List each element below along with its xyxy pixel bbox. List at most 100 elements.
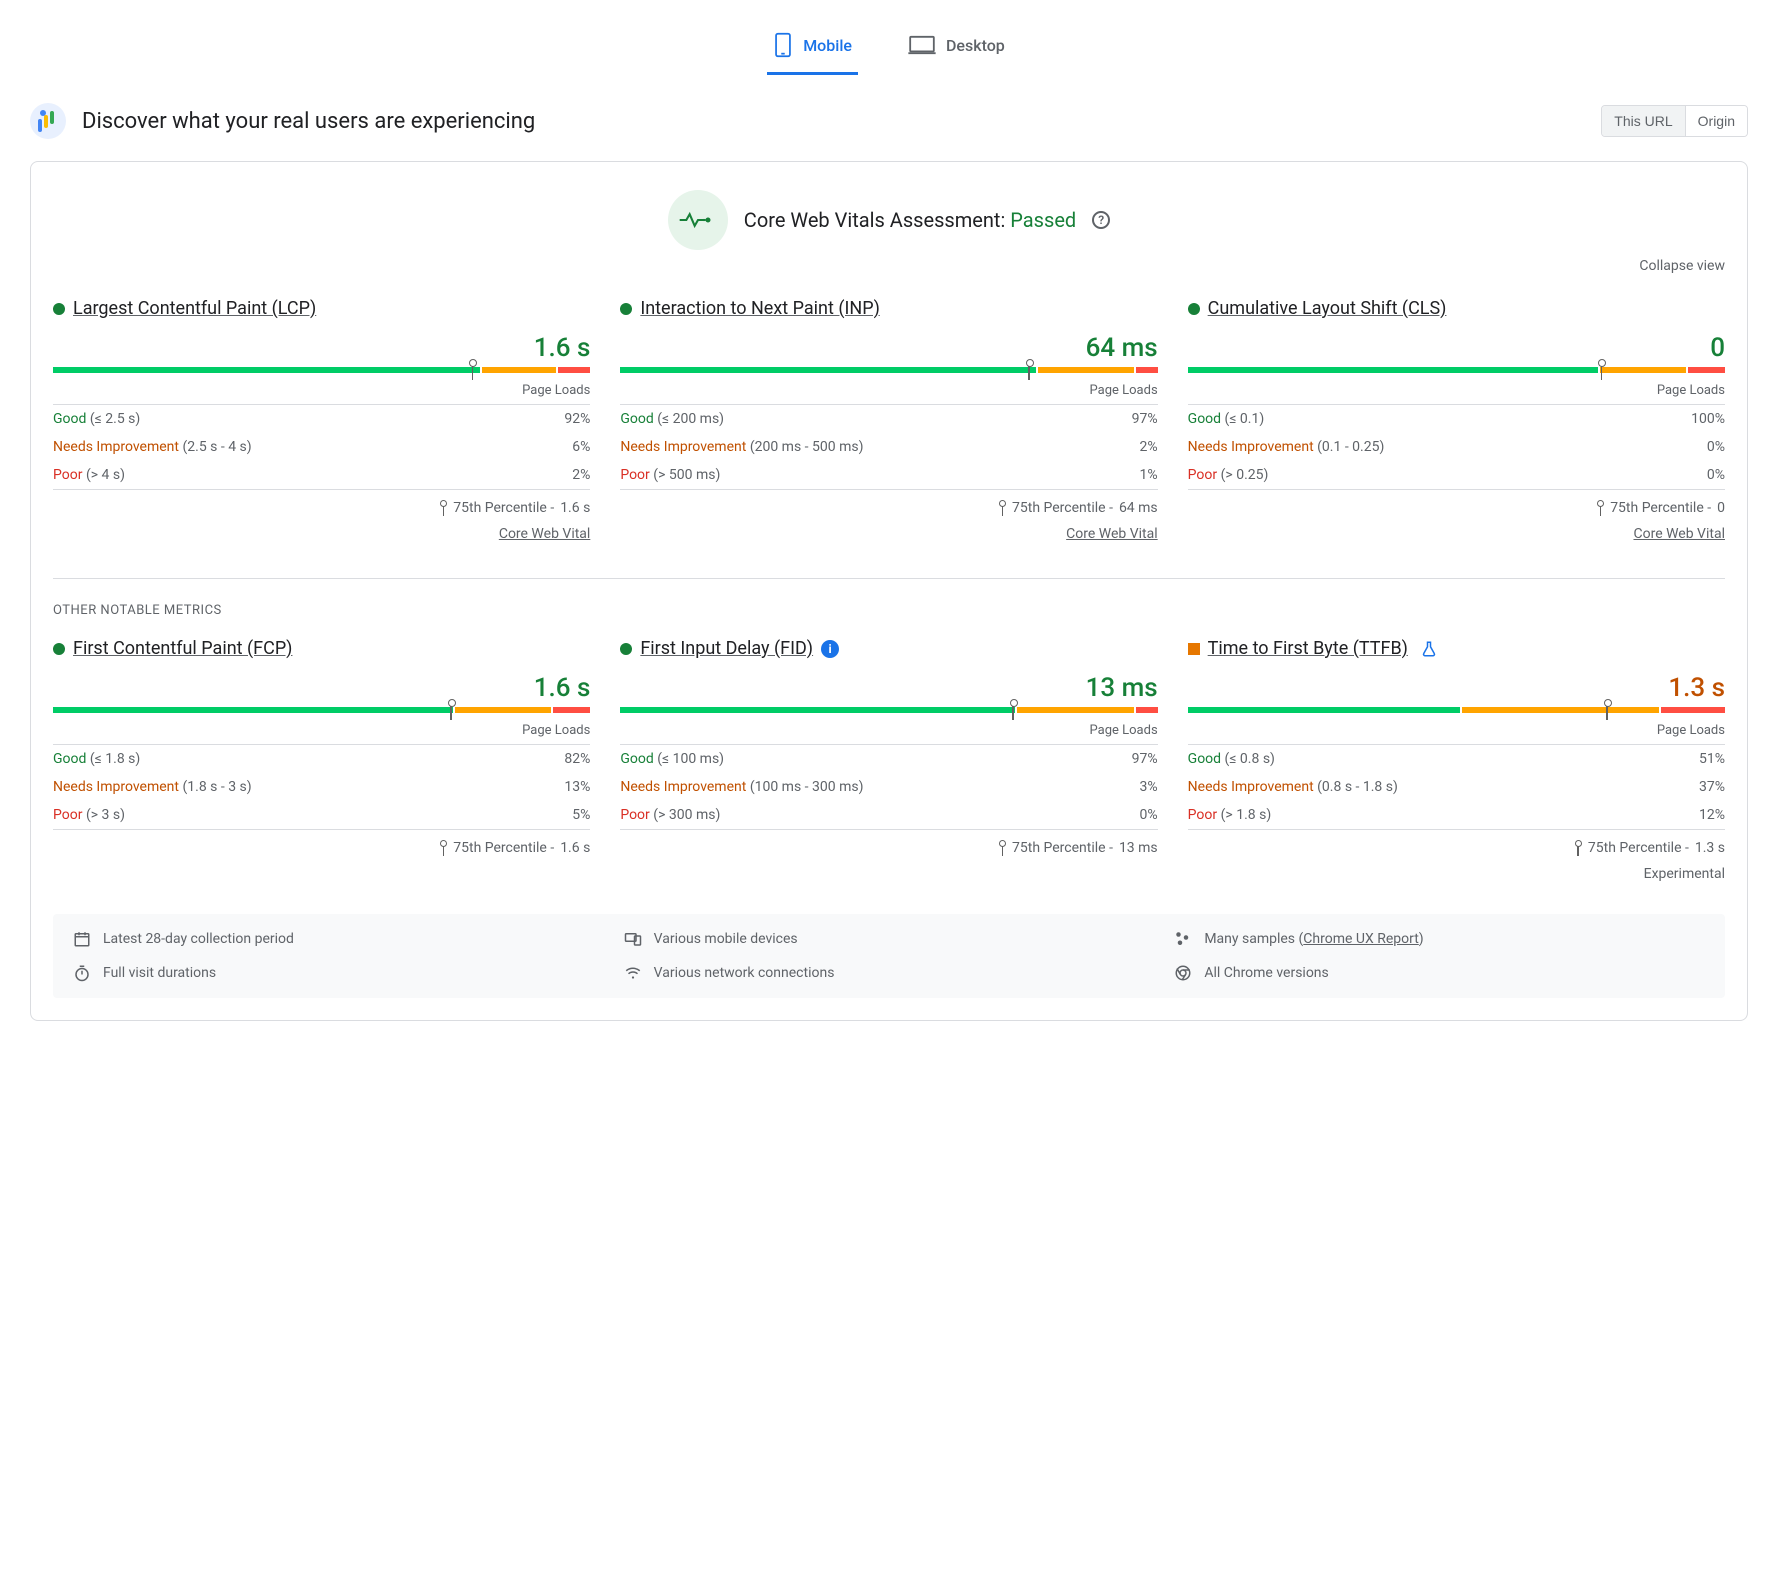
help-icon[interactable]: ? [1092, 211, 1110, 229]
page-loads-label: Page Loads [53, 383, 590, 404]
metric-fcp-name[interactable]: First Contentful Paint (FCP) [73, 638, 292, 659]
info-icon[interactable]: i [821, 640, 839, 658]
metric-fid-value: 13 ms [620, 673, 1157, 703]
mobile-icon [773, 32, 793, 58]
page-loads-label: Page Loads [620, 723, 1157, 744]
fcp-poor-row: Poor (> 3 s)5% [53, 801, 590, 829]
other-metrics-grid: First Contentful Paint (FCP) 1.6 s Page … [53, 638, 1725, 882]
tab-mobile[interactable]: Mobile [767, 20, 858, 75]
metric-fcp-bar [53, 707, 590, 713]
inp-good-row: Good (≤ 200 ms)97% [620, 405, 1157, 433]
marker-icon [1023, 359, 1035, 381]
cwv-link[interactable]: Core Web Vital [1066, 526, 1158, 542]
marker-icon [998, 840, 1006, 856]
toggle-this-url[interactable]: This URL [1602, 106, 1684, 136]
metric-inp-value: 64 ms [620, 333, 1157, 363]
fid-needs-row: Needs Improvement (100 ms - 300 ms)3% [620, 773, 1157, 801]
metric-fid-bar [620, 707, 1157, 713]
footer-period: Latest 28-day collection period [73, 930, 604, 948]
collapse-row: Collapse view [53, 258, 1725, 274]
metric-fid-name[interactable]: First Input Delay (FID) [640, 638, 813, 659]
devices-icon [624, 930, 642, 948]
experimental-label: Experimental [1188, 866, 1725, 882]
fid-good-row: Good (≤ 100 ms)97% [620, 745, 1157, 773]
status-dot-good-icon [53, 303, 65, 315]
wifi-icon [624, 964, 642, 982]
page-loads-label: Page Loads [620, 383, 1157, 404]
footer-durations: Full visit durations [73, 964, 604, 982]
marker-icon [1601, 699, 1613, 721]
marker-icon [439, 500, 447, 516]
assessment-text: Core Web Vitals Assessment: Passed [744, 208, 1076, 232]
marker-icon [439, 840, 447, 856]
metric-ttfb-bar [1188, 707, 1725, 713]
device-tabs: Mobile Desktop [30, 20, 1748, 75]
chrome-icon [1174, 964, 1192, 982]
marker-icon [466, 359, 478, 381]
vitals-panel: Core Web Vitals Assessment: Passed ? Col… [30, 161, 1748, 1021]
metric-lcp-bar [53, 367, 590, 373]
lcp-percentile: 75th Percentile - 1.6 s [53, 490, 590, 516]
footer-samples: Many samples (Chrome UX Report) [1174, 930, 1705, 948]
metric-lcp-name[interactable]: Largest Contentful Paint (LCP) [73, 298, 316, 319]
tab-desktop[interactable]: Desktop [902, 20, 1011, 75]
metric-cls-bar [1188, 367, 1725, 373]
metric-cls-name[interactable]: Cumulative Layout Shift (CLS) [1208, 298, 1447, 319]
marker-icon [998, 500, 1006, 516]
marker-icon [1595, 359, 1607, 381]
assessment-status: Passed [1010, 208, 1076, 232]
footer-network: Various network connections [624, 964, 1155, 982]
status-dot-good-icon [620, 643, 632, 655]
metric-cls-value: 0 [1188, 333, 1725, 363]
toggle-origin[interactable]: Origin [1685, 106, 1747, 136]
status-dot-good-icon [620, 303, 632, 315]
crux-report-link[interactable]: Chrome UX Report [1303, 931, 1418, 947]
cls-good-row: Good (≤ 0.1)100% [1188, 405, 1725, 433]
status-dot-good-icon [53, 643, 65, 655]
fid-poor-row: Poor (> 300 ms)0% [620, 801, 1157, 829]
discover-icon [30, 103, 66, 139]
metric-ttfb-value: 1.3 s [1188, 673, 1725, 703]
metric-lcp: Largest Contentful Paint (LCP) 1.6 s Pag… [53, 298, 590, 542]
flask-icon[interactable] [1420, 640, 1438, 658]
fcp-percentile: 75th Percentile - 1.6 s [53, 830, 590, 856]
marker-icon [445, 699, 457, 721]
ttfb-percentile: 75th Percentile - 1.3 s [1188, 830, 1725, 856]
vitals-icon [668, 190, 728, 250]
fcp-needs-row: Needs Improvement (1.8 s - 3 s)13% [53, 773, 590, 801]
footer-chrome: All Chrome versions [1174, 964, 1705, 982]
page-loads-label: Page Loads [53, 723, 590, 744]
cwv-link[interactable]: Core Web Vital [1633, 526, 1725, 542]
ttfb-good-row: Good (≤ 0.8 s)51% [1188, 745, 1725, 773]
cls-needs-row: Needs Improvement (0.1 - 0.25)0% [1188, 433, 1725, 461]
cls-poor-row: Poor (> 0.25)0% [1188, 461, 1725, 489]
cwv-link[interactable]: Core Web Vital [499, 526, 591, 542]
header: Discover what your real users are experi… [30, 103, 1748, 139]
marker-icon [1574, 840, 1582, 856]
collapse-view-link[interactable]: Collapse view [1639, 258, 1725, 274]
fid-percentile: 75th Percentile - 13 ms [620, 830, 1157, 856]
header-left: Discover what your real users are experi… [30, 103, 535, 139]
metric-inp-bar [620, 367, 1157, 373]
other-metrics-label: OTHER NOTABLE METRICS [53, 578, 1725, 618]
footer-devices: Various mobile devices [624, 930, 1155, 948]
metric-fcp-value: 1.6 s [53, 673, 590, 703]
calendar-icon [73, 930, 91, 948]
metric-ttfb-name[interactable]: Time to First Byte (TTFB) [1208, 638, 1408, 659]
desktop-icon [908, 35, 936, 55]
metric-cls: Cumulative Layout Shift (CLS) 0 Page Loa… [1188, 298, 1725, 542]
status-square-warn-icon [1188, 643, 1200, 655]
metric-fid: First Input Delay (FID) i 13 ms Page Loa… [620, 638, 1157, 882]
inp-needs-row: Needs Improvement (200 ms - 500 ms)2% [620, 433, 1157, 461]
ttfb-poor-row: Poor (> 1.8 s)12% [1188, 801, 1725, 829]
fcp-good-row: Good (≤ 1.8 s)82% [53, 745, 590, 773]
metric-inp-name[interactable]: Interaction to Next Paint (INP) [640, 298, 880, 319]
core-metrics-grid: Largest Contentful Paint (LCP) 1.6 s Pag… [53, 298, 1725, 542]
lcp-poor-row: Poor (> 4 s)2% [53, 461, 590, 489]
scope-toggle: This URL Origin [1601, 105, 1748, 137]
ttfb-needs-row: Needs Improvement (0.8 s - 1.8 s)37% [1188, 773, 1725, 801]
assessment-row: Core Web Vitals Assessment: Passed ? [53, 190, 1725, 250]
tab-desktop-label: Desktop [946, 36, 1005, 55]
lcp-needs-row: Needs Improvement (2.5 s - 4 s)6% [53, 433, 590, 461]
page-loads-label: Page Loads [1188, 383, 1725, 404]
